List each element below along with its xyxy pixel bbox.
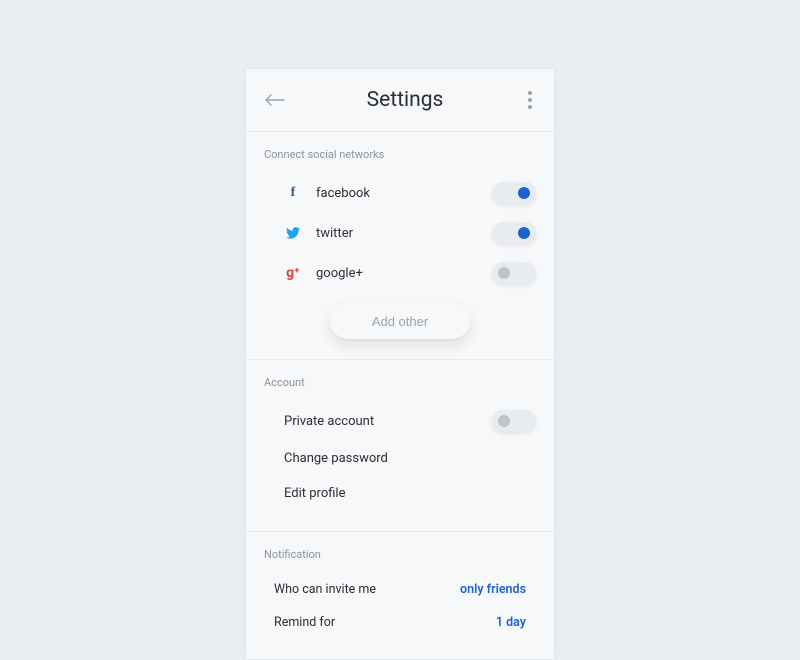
remind-for-label: Remind for <box>274 615 496 630</box>
facebook-toggle[interactable] <box>492 182 536 204</box>
edit-profile-link[interactable]: Edit profile <box>264 476 536 511</box>
googleplus-icon: g⁺ <box>284 265 302 281</box>
toggle-knob-icon <box>518 187 530 199</box>
kebab-dot-icon <box>528 98 532 102</box>
social-label: facebook <box>316 186 492 201</box>
kebab-dot-icon <box>528 91 532 95</box>
social-label: google+ <box>316 266 492 281</box>
social-label: twitter <box>316 226 492 241</box>
social-row-googleplus: g⁺ google+ <box>264 253 536 293</box>
social-row-facebook: f facebook <box>264 173 536 213</box>
who-can-invite-value[interactable]: only friends <box>460 582 526 597</box>
page-title: Settings <box>367 88 444 112</box>
settings-screen: Settings Connect social networks f faceb… <box>245 68 555 660</box>
facebook-icon: f <box>284 185 302 201</box>
remind-for-row: Remind for 1 day <box>264 606 536 639</box>
toggle-knob-icon <box>498 267 510 279</box>
toggle-knob-icon <box>498 415 510 427</box>
toggle-knob-icon <box>518 227 530 239</box>
googleplus-toggle[interactable] <box>492 262 536 284</box>
arrow-left-icon <box>265 94 285 106</box>
notification-section: Notification Who can invite me only frie… <box>246 532 554 659</box>
twitter-toggle[interactable] <box>492 222 536 244</box>
who-can-invite-row: Who can invite me only friends <box>264 573 536 606</box>
social-section-title: Connect social networks <box>264 148 536 161</box>
back-button[interactable] <box>264 89 286 111</box>
who-can-invite-label: Who can invite me <box>274 582 460 597</box>
account-section: Account Private account Change password … <box>246 360 554 532</box>
more-menu-button[interactable] <box>524 87 536 113</box>
account-section-title: Account <box>264 376 536 389</box>
header: Settings <box>246 69 554 132</box>
twitter-icon <box>284 227 302 239</box>
social-row-twitter: twitter <box>264 213 536 253</box>
change-password-link[interactable]: Change password <box>264 441 536 476</box>
private-account-toggle[interactable] <box>492 410 536 432</box>
kebab-dot-icon <box>528 105 532 109</box>
add-other-button[interactable]: Add other <box>330 303 470 339</box>
remind-for-value[interactable]: 1 day <box>496 615 526 630</box>
social-section: Connect social networks f facebook twitt… <box>246 132 554 360</box>
private-account-row: Private account <box>264 401 536 441</box>
private-account-label: Private account <box>284 414 492 429</box>
notification-section-title: Notification <box>264 548 536 561</box>
